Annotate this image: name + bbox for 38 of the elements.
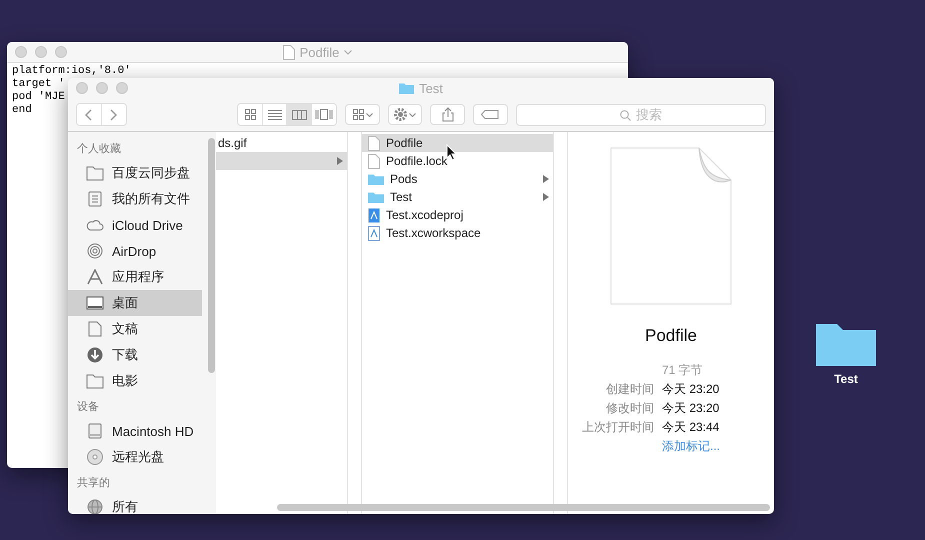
- sidebar-item[interactable]: 百度云同步盘: [68, 160, 202, 186]
- sidebar-item[interactable]: AirDrop: [68, 238, 202, 264]
- file-row[interactable]: Test.xcodeproj: [362, 206, 553, 224]
- code-line: end: [12, 104, 32, 117]
- sidebar-heading: 共享的: [76, 476, 111, 490]
- sidebar-item[interactable]: 应用程序: [68, 264, 202, 290]
- code-line: target ': [12, 78, 65, 91]
- sidebar-item[interactable]: 所有: [68, 494, 202, 514]
- code-line: platform:ios,'8.0': [12, 65, 131, 78]
- window-title: Podfile: [300, 44, 340, 60]
- file-size: 71 字节: [662, 362, 704, 379]
- file-row[interactable]: ds.gif: [216, 134, 347, 152]
- file-row[interactable]: Podfile: [362, 134, 553, 152]
- sidebar-item[interactable]: 我的所有文件: [68, 186, 202, 212]
- info-value: 今天 23:20: [662, 381, 720, 398]
- file-row[interactable]: Test.xcworkspace: [362, 224, 553, 242]
- sidebar-heading: 设备: [76, 400, 100, 414]
- file-row[interactable]: Podfile.lock: [362, 152, 553, 170]
- file-row[interactable]: Test: [362, 188, 553, 206]
- code-line: pod 'MJE: [12, 91, 65, 104]
- sidebar-item[interactable]: 电影: [68, 368, 202, 394]
- info-label: 上次打开时间: [582, 419, 654, 436]
- sidebar-heading: 个人收藏: [76, 142, 122, 156]
- sidebar-item[interactable]: 文稿: [68, 316, 202, 342]
- sidebar-item[interactable]: iCloud Drive: [68, 212, 202, 238]
- sidebar-item[interactable]: 桌面: [68, 290, 202, 316]
- info-label: 修改时间: [604, 400, 654, 417]
- window-title: Test: [419, 80, 443, 96]
- sidebar-item[interactable]: 下载: [68, 342, 202, 368]
- sidebar-item[interactable]: Macintosh HD: [68, 418, 202, 444]
- info-value: 今天 23:44: [662, 419, 720, 436]
- file-name: Podfile: [645, 326, 697, 346]
- desktop-icon-label[interactable]: Test: [834, 372, 858, 386]
- file-row[interactable]: Pods: [362, 170, 553, 188]
- info-value: 今天 23:20: [662, 400, 720, 417]
- sidebar-item[interactable]: 远程光盘: [68, 444, 202, 470]
- info-label: 创建时间: [604, 381, 654, 398]
- search-field[interactable]: 搜索: [516, 104, 766, 126]
